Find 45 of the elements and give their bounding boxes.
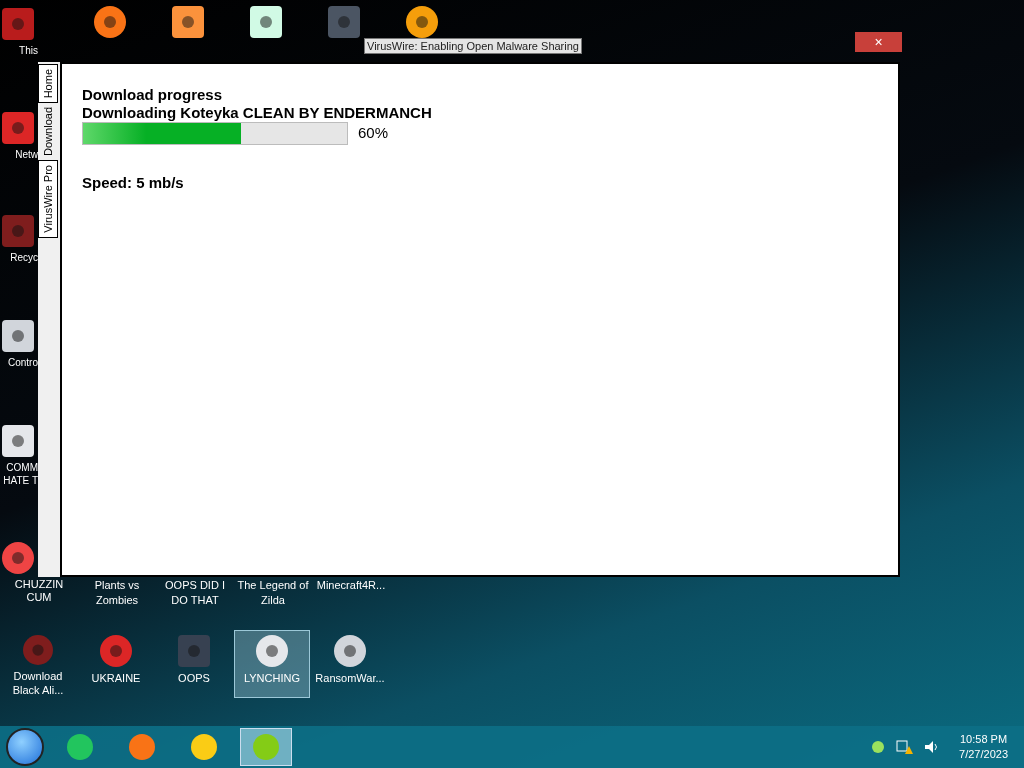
icon-label: The Legend of Zilda [236, 578, 310, 608]
tray-icon [871, 740, 886, 754]
tooltip: VirusWire: Enabling Open Malware Sharing [364, 38, 582, 54]
icon-label: Minecraft4R... [315, 578, 387, 593]
icon-label: This [18, 44, 38, 57]
app-icon [191, 734, 217, 760]
app-icon [2, 542, 34, 574]
icon-label: Recyc [9, 251, 38, 264]
app-icon [328, 6, 360, 38]
file-label: Downloading Koteyka CLEAN BY ENDERMANCH [82, 104, 432, 122]
app-icon [2, 425, 34, 457]
app-icon [253, 734, 279, 760]
clock-date: 7/27/2023 [959, 747, 1008, 762]
icon-label: Plants vs Zombies [93, 578, 141, 608]
app-icon [94, 6, 126, 38]
app-icon [67, 734, 93, 760]
app-icon [2, 320, 34, 352]
icon-label: COMM HATE T [2, 461, 38, 487]
app-icon [2, 112, 34, 144]
app-icon [172, 6, 204, 38]
app-icon [22, 635, 54, 665]
heading: Download progress [82, 86, 223, 104]
network-warning-icon [895, 739, 914, 755]
icon-label: OOPS DID I DO THAT [164, 578, 226, 608]
app-icon [250, 6, 282, 38]
desktop-icon[interactable]: LYNCHING [234, 630, 310, 698]
percent-label: 60% [358, 123, 389, 144]
clock-time: 10:58 PM [960, 732, 1008, 747]
tab[interactable]: VirusWire Pro [38, 160, 58, 238]
close-button[interactable]: × [855, 32, 902, 52]
app-icon [256, 635, 288, 667]
icon-label: Contro [7, 356, 38, 369]
app-icon [334, 635, 366, 667]
app-icon [406, 6, 438, 38]
start-button[interactable] [6, 728, 44, 766]
speed-label: Speed: 5 mb/s [82, 173, 184, 193]
tab[interactable]: Home [38, 64, 58, 104]
app-icon [100, 635, 132, 667]
app-icon [178, 635, 210, 667]
icon-label: Netw [14, 148, 38, 161]
taskbar-app[interactable] [240, 728, 292, 766]
app-icon [129, 734, 155, 760]
app-icon [2, 8, 34, 40]
app-icon [2, 215, 34, 247]
icon-label: CHUZZIN CUM [13, 578, 65, 604]
